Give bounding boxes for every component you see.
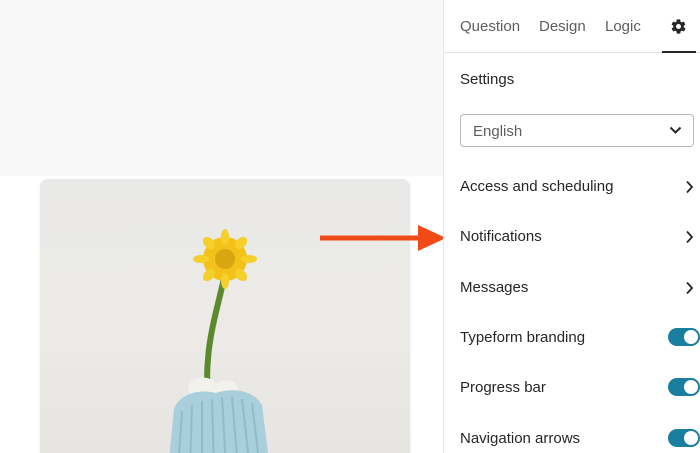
- settings-panel: Question Design Logic Settings English A…: [443, 0, 700, 453]
- language-select-value: English: [473, 123, 523, 140]
- toggle-label: Navigation arrows: [460, 430, 581, 447]
- link-access-and-scheduling[interactable]: Access and scheduling: [460, 175, 694, 199]
- annotation-arrow: [320, 225, 446, 251]
- typeform-branding-toggle[interactable]: [668, 328, 700, 346]
- panel-tabs: Question Design Logic: [444, 0, 700, 53]
- chevron-right-icon: [686, 281, 694, 295]
- link-notifications[interactable]: Notifications: [460, 225, 694, 249]
- chevron-down-icon: [669, 126, 682, 134]
- navigation-arrows-toggle[interactable]: [668, 429, 700, 447]
- link-messages[interactable]: Messages: [460, 276, 694, 300]
- link-label: Notifications: [460, 228, 542, 245]
- toggle-knob: [684, 380, 698, 394]
- flower-image[interactable]: [40, 179, 410, 453]
- link-label: Access and scheduling: [460, 178, 614, 195]
- settings-title: Settings: [460, 71, 515, 88]
- setting-progress-bar: Progress bar: [460, 376, 700, 400]
- toggle-knob: [684, 431, 698, 445]
- flower-illustration: [169, 229, 268, 453]
- tab-logic[interactable]: Logic: [605, 18, 641, 35]
- tab-question[interactable]: Question: [460, 18, 520, 35]
- link-label: Messages: [460, 279, 529, 296]
- toggle-knob: [684, 330, 698, 344]
- language-select[interactable]: English: [460, 114, 694, 147]
- setting-navigation-arrows: Navigation arrows: [460, 427, 700, 451]
- toggle-label: Progress bar: [460, 379, 546, 396]
- tab-design[interactable]: Design: [539, 18, 586, 35]
- canvas-header-area: [0, 0, 443, 176]
- chevron-right-icon: [686, 230, 694, 244]
- gear-icon: [671, 19, 686, 34]
- chevron-right-icon: [686, 180, 694, 194]
- setting-typeform-branding: Typeform branding: [460, 326, 700, 350]
- progress-bar-toggle[interactable]: [668, 378, 700, 396]
- toggle-label: Typeform branding: [460, 329, 586, 346]
- tab-settings[interactable]: [662, 0, 696, 53]
